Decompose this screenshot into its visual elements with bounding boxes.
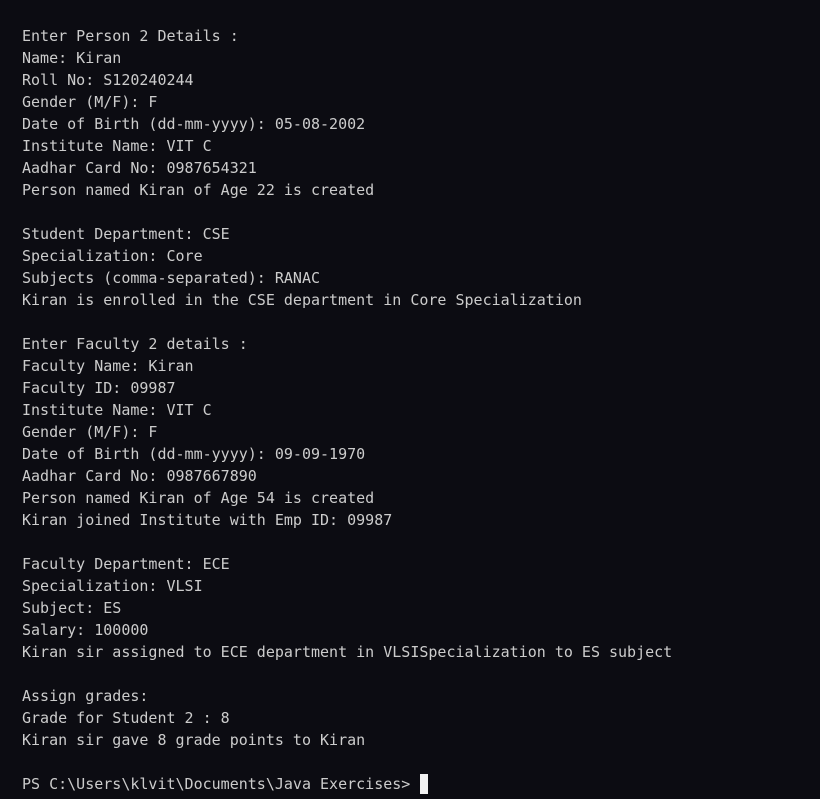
terminal-window[interactable]: Enter Person 2 Details : Name: Kiran Rol… <box>0 0 820 799</box>
command-prompt[interactable]: PS C:\Users\klvit\Documents\Java Exercis… <box>22 773 820 795</box>
output-line: Grade for Student 2 : 8 <box>22 709 230 727</box>
output-line: Salary: 100000 <box>22 621 149 639</box>
output-line: Gender (M/F): F <box>22 93 158 111</box>
output-line: Person named Kiran of Age 54 is created <box>22 489 375 507</box>
prompt-path: PS C:\Users\klvit\Documents\Java Exercis… <box>22 775 420 793</box>
output-line: Gender (M/F): F <box>22 423 158 441</box>
output-line: Subject: ES <box>22 599 122 617</box>
output-line: Enter Faculty 2 details : <box>22 335 248 353</box>
output-line: Aadhar Card No: 0987667890 <box>22 467 257 485</box>
output-line: Kiran sir gave 8 grade points to Kiran <box>22 731 366 749</box>
output-line: Person named Kiran of Age 22 is created <box>22 181 375 199</box>
output-line: Date of Birth (dd-mm-yyyy): 09-09-1970 <box>22 445 366 463</box>
output-line: Name: Kiran <box>22 49 122 67</box>
output-line: Kiran is enrolled in the CSE department … <box>22 291 582 309</box>
output-line: Kiran sir assigned to ECE department in … <box>22 643 673 661</box>
output-line: Enter Person 2 Details : <box>22 27 239 45</box>
output-line: Institute Name: VIT C <box>22 401 212 419</box>
output-line: Faculty Name: Kiran <box>22 357 194 375</box>
output-line: Aadhar Card No: 0987654321 <box>22 159 257 177</box>
output-line: Date of Birth (dd-mm-yyyy): 05-08-2002 <box>22 115 366 133</box>
output-line: Kiran joined Institute with Emp ID: 0998… <box>22 511 393 529</box>
output-line: Specialization: Core <box>22 247 203 265</box>
output-line: Specialization: VLSI <box>22 577 203 595</box>
output-line: Assign grades: <box>22 687 149 705</box>
output-line: Faculty Department: ECE <box>22 555 230 573</box>
output-line: Institute Name: VIT C <box>22 137 212 155</box>
output-line: Roll No: S120240244 <box>22 71 194 89</box>
output-line: Subjects (comma-separated): RANAC <box>22 269 321 287</box>
terminal-output: Enter Person 2 Details : Name: Kiran Rol… <box>22 25 820 773</box>
text-cursor <box>420 774 429 794</box>
output-line: Faculty ID: 09987 <box>22 379 176 397</box>
output-line: Student Department: CSE <box>22 225 230 243</box>
